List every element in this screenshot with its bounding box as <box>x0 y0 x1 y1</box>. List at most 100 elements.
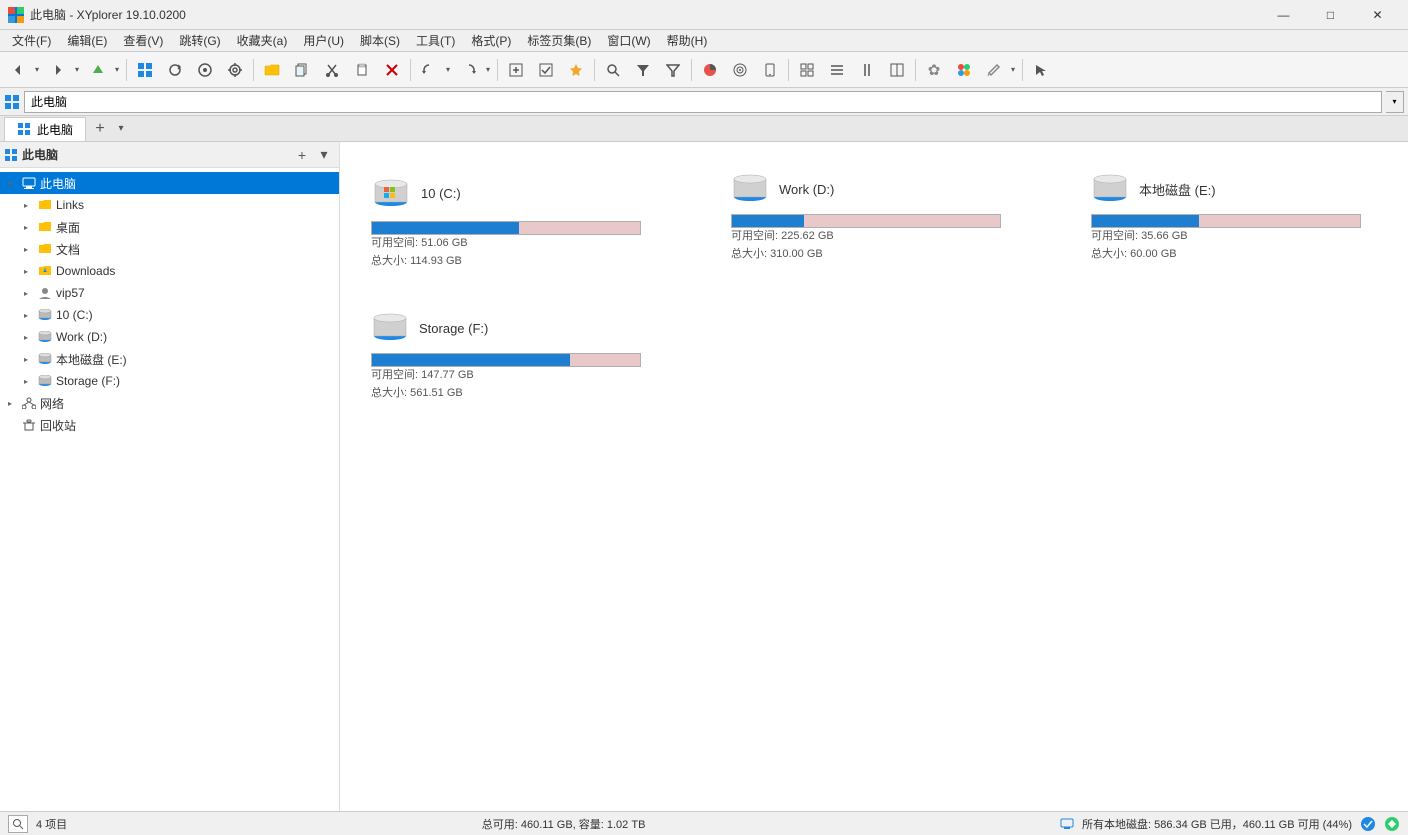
sidebar-drive-d-label: Work (D:) <box>56 330 107 344</box>
status-search-icon[interactable] <box>8 815 28 833</box>
menu-edit[interactable]: 编辑(E) <box>59 30 115 51</box>
color-button[interactable] <box>950 56 978 84</box>
window-title: 此电脑 - XYplorer 19.10.0200 <box>30 6 186 23</box>
address-dropdown[interactable]: ▾ <box>1386 91 1404 113</box>
drive-card-d[interactable]: Work (D:) 可用空间: 225.62 GB 总大小: 310.00 GB <box>720 162 1060 281</box>
paste-button[interactable] <box>348 56 376 84</box>
title-bar: 此电脑 - XYplorer 19.10.0200 — □ ✕ <box>0 0 1408 30</box>
user-icon <box>38 286 52 300</box>
tab-this-pc[interactable]: 此电脑 <box>4 117 86 141</box>
drive-f-icon <box>38 375 52 387</box>
list-view-button[interactable] <box>823 56 851 84</box>
copy-button[interactable] <box>288 56 316 84</box>
sidebar-add-button[interactable]: + <box>291 144 313 166</box>
drive-f-progress <box>371 353 641 367</box>
up-button-group: ▾ <box>84 56 122 84</box>
sidebar-item-desktop[interactable]: ▸ 桌面 <box>0 216 339 238</box>
delete-button[interactable] <box>378 56 406 84</box>
up-dropdown[interactable]: ▾ <box>112 56 122 84</box>
forward-dropdown[interactable]: ▾ <box>72 56 82 84</box>
sidebar-item-recycle[interactable]: ▸ 回收站 <box>0 414 339 436</box>
undo-button[interactable] <box>415 56 443 84</box>
menu-view[interactable]: 查看(V) <box>115 30 171 51</box>
menu-user[interactable]: 用户(U) <box>295 30 352 51</box>
drive-card-c[interactable]: 10 (C:) 可用空间: 51.06 GB 总大小: 114.93 GB <box>360 162 700 281</box>
star-button[interactable] <box>562 56 590 84</box>
back-dropdown[interactable]: ▾ <box>32 56 42 84</box>
mobile-button[interactable] <box>756 56 784 84</box>
sidebar-this-pc-label: 此电脑 <box>40 175 76 192</box>
sidebar-item-drive-c[interactable]: ▸ 10 (C:) <box>0 304 339 326</box>
menu-tabset[interactable]: 标签页集(B) <box>519 30 599 51</box>
cut-button[interactable] <box>318 56 346 84</box>
tab-bar: 此电脑 + ▾ <box>0 116 1408 142</box>
menu-go[interactable]: 跳转(G) <box>171 30 228 51</box>
redo-dropdown[interactable]: ▾ <box>483 56 493 84</box>
newfile-button[interactable] <box>502 56 530 84</box>
tab-list-dropdown[interactable]: ▾ <box>112 117 130 141</box>
menu-format[interactable]: 格式(P) <box>463 30 519 51</box>
newfolder-button[interactable] <box>258 56 286 84</box>
columns-button[interactable] <box>853 56 881 84</box>
pencil-dropdown[interactable]: ▾ <box>1008 56 1018 84</box>
check-button[interactable] <box>532 56 560 84</box>
menu-tools[interactable]: 工具(T) <box>408 30 463 51</box>
sep8 <box>915 59 916 81</box>
pencil-button[interactable] <box>980 56 1008 84</box>
sidebar-dropdown-button[interactable]: ▾ <box>313 144 335 166</box>
sidebar-item-network[interactable]: ▸ 网络 <box>0 392 339 414</box>
refresh-button[interactable] <box>161 56 189 84</box>
sep4 <box>497 59 498 81</box>
search-button[interactable] <box>599 56 627 84</box>
redo-button[interactable] <box>455 56 483 84</box>
sidebar-item-drive-d[interactable]: ▸ Work (D:) <box>0 326 339 348</box>
target-button[interactable] <box>726 56 754 84</box>
panel-button[interactable] <box>883 56 911 84</box>
sidebar-item-links[interactable]: ▸ Links <box>0 194 339 216</box>
desktop-folder-icon <box>38 221 52 233</box>
home-button[interactable] <box>131 56 159 84</box>
up-button[interactable] <box>84 56 112 84</box>
pie-chart-button[interactable] <box>696 56 724 84</box>
tag-button[interactable]: ✿ <box>920 56 948 84</box>
sidebar-item-drive-e[interactable]: ▸ 本地磁盘 (E:) <box>0 348 339 370</box>
menu-file[interactable]: 文件(F) <box>4 30 59 51</box>
grid-view-button[interactable] <box>793 56 821 84</box>
sidebar-drive-e-label: 本地磁盘 (E:) <box>56 351 127 368</box>
filter-advanced-button[interactable] <box>659 56 687 84</box>
undo-dropdown[interactable]: ▾ <box>443 56 453 84</box>
back-button[interactable] <box>4 56 32 84</box>
minimize-button[interactable]: — <box>1261 0 1306 30</box>
menu-window[interactable]: 窗口(W) <box>599 30 658 51</box>
drive-card-f[interactable]: Storage (F:) 可用空间: 147.77 GB 总大小: 561.51… <box>360 301 700 413</box>
tab-add-button[interactable]: + <box>88 117 112 141</box>
forward-button[interactable] <box>44 56 72 84</box>
maximize-button[interactable]: □ <box>1308 0 1353 30</box>
sidebar-item-vip57[interactable]: ▸ vip57 <box>0 282 339 304</box>
sidebar-drive-f-label: Storage (F:) <box>56 374 120 388</box>
filter-button[interactable] <box>629 56 657 84</box>
drive-f-total: 总大小: 561.51 GB <box>371 385 689 403</box>
drive-c-total: 总大小: 114.93 GB <box>371 253 689 271</box>
menu-favorites[interactable]: 收藏夹(a) <box>229 30 296 51</box>
close-button[interactable]: ✕ <box>1355 0 1400 30</box>
cursor-button[interactable] <box>1027 56 1055 84</box>
drive-c-info: 可用空间: 51.06 GB 总大小: 114.93 GB <box>371 235 689 270</box>
sidebar-item-downloads[interactable]: ▸ Downloads <box>0 260 339 282</box>
drive-c-icon <box>38 309 52 321</box>
menu-script[interactable]: 脚本(S) <box>352 30 408 51</box>
drive-e-free: 可用空间: 35.66 GB <box>1091 228 1408 246</box>
menu-bar: 文件(F) 编辑(E) 查看(V) 跳转(G) 收藏夹(a) 用户(U) 脚本(… <box>0 30 1408 52</box>
sidebar-item-drive-f[interactable]: ▸ Storage (F:) <box>0 370 339 392</box>
sidebar-item-documents[interactable]: ▸ 文档 <box>0 238 339 260</box>
address-input[interactable] <box>24 91 1382 113</box>
sep6 <box>691 59 692 81</box>
status-drive-icon <box>1060 817 1074 831</box>
sidebar-downloads-label: Downloads <box>56 264 115 278</box>
locate-button[interactable] <box>221 56 249 84</box>
sidebar-item-this-pc[interactable]: ▾ 此电脑 <box>0 172 339 194</box>
menu-help[interactable]: 帮助(H) <box>659 30 716 51</box>
drive-card-e[interactable]: 本地磁盘 (E:) 可用空间: 35.66 GB 总大小: 60.00 GB <box>1080 162 1408 281</box>
sep3 <box>410 59 411 81</box>
browse-history-button[interactable] <box>191 56 219 84</box>
